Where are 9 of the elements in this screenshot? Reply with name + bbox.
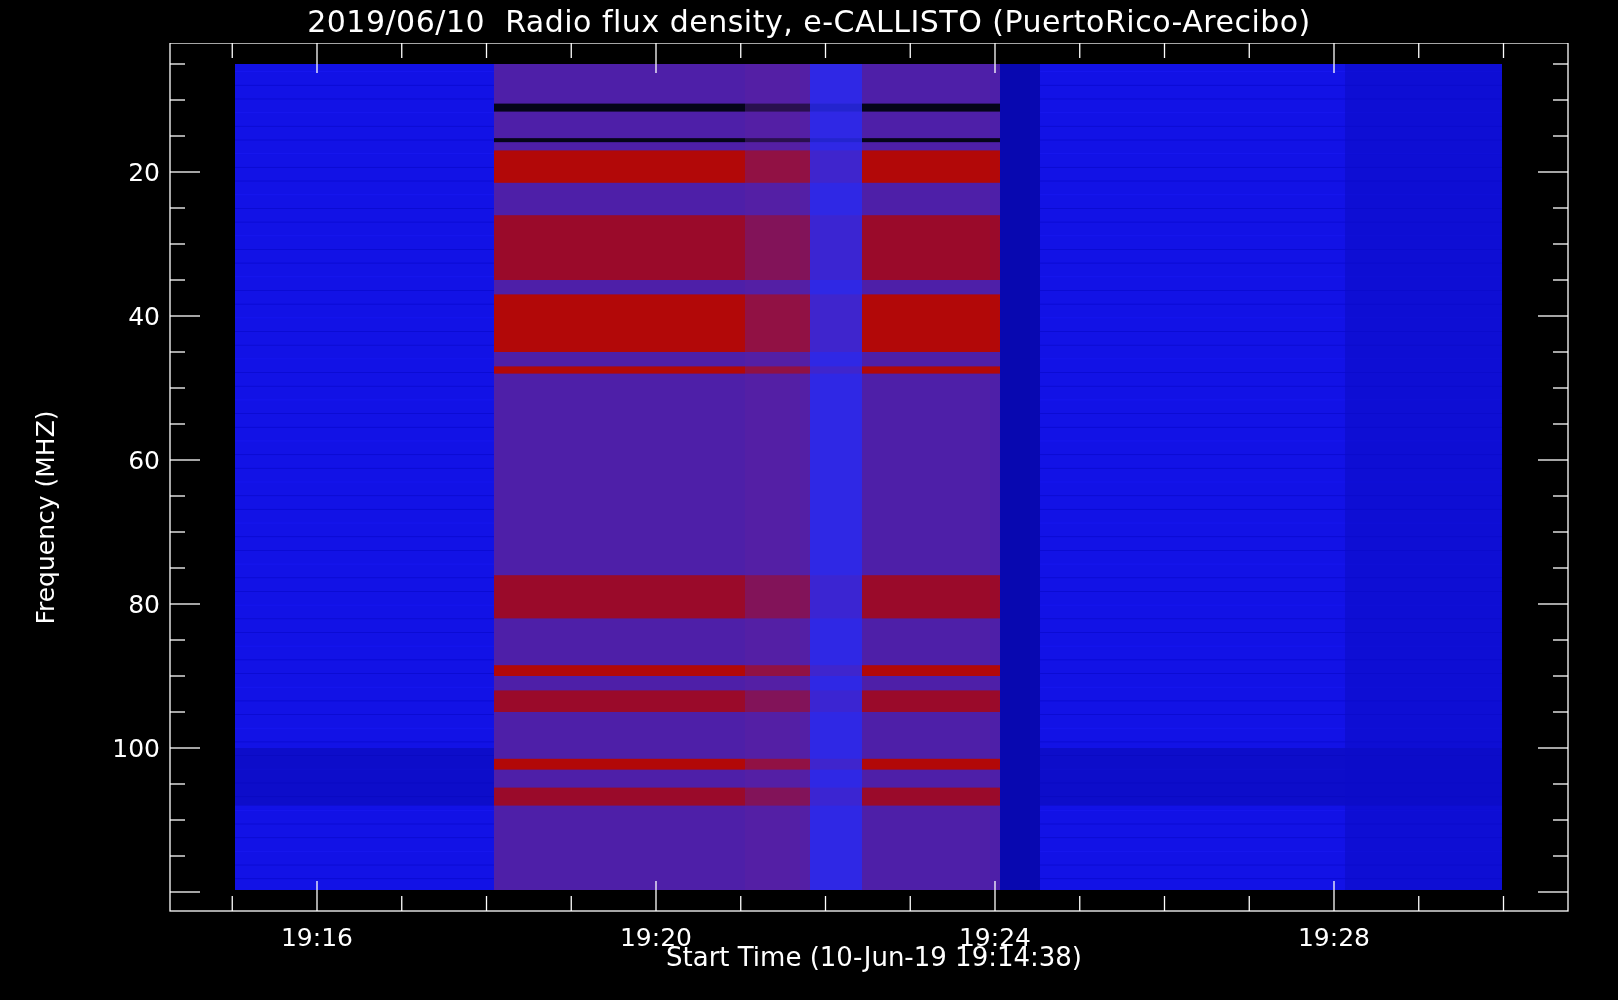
y-axis-label: Frequency (MHZ) bbox=[30, 410, 60, 625]
y-tick-label: 100 bbox=[112, 734, 160, 763]
x-tick-label: 19:16 bbox=[281, 923, 353, 950]
y-tick-label: 40 bbox=[128, 302, 160, 331]
x-tick-label: 19:28 bbox=[1298, 923, 1370, 950]
y-tick-label: 60 bbox=[128, 446, 160, 475]
y-tick-label: 80 bbox=[128, 590, 160, 619]
chart-title: 2019/06/10 Radio flux density, e-CALLISTO (PuertoRico-Arecibo) bbox=[307, 4, 1311, 39]
y-tick-label: 20 bbox=[128, 158, 160, 187]
